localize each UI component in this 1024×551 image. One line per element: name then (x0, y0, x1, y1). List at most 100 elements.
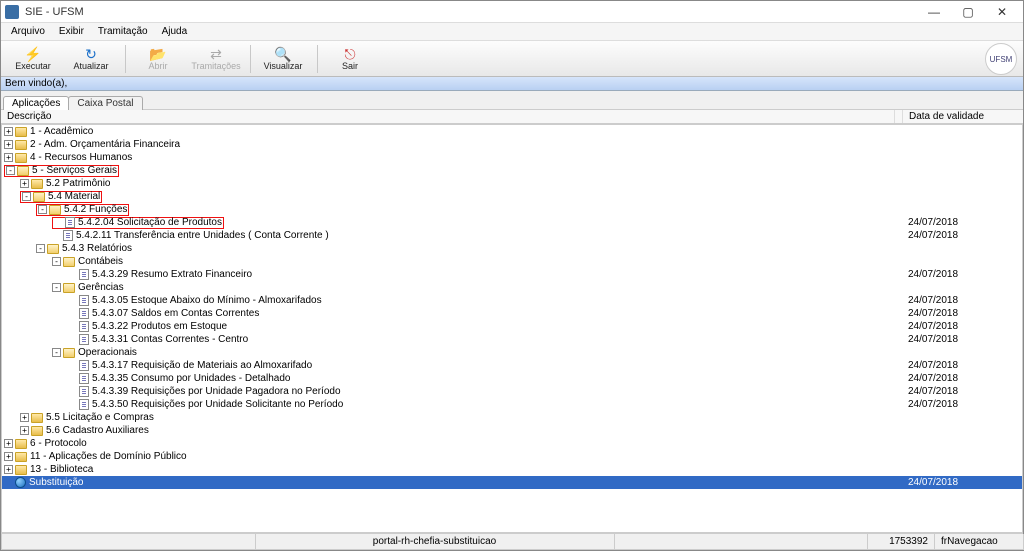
menu-tramitacao[interactable]: Tramitação (92, 25, 154, 38)
minimize-button[interactable]: — (917, 3, 951, 21)
collapse-icon[interactable]: - (36, 244, 45, 253)
maximize-button[interactable]: ▢ (951, 3, 985, 21)
status-code: 1753392 (867, 534, 935, 550)
folder-open-icon (63, 283, 75, 293)
tree-node-gerenciais[interactable]: -Gerências (2, 281, 1022, 294)
tree-node-req-solicitante[interactable]: 5.4.3.50 Requisições por Unidade Solicit… (2, 398, 1022, 411)
refresh-icon: ↻ (85, 47, 97, 61)
document-icon (79, 399, 89, 410)
document-icon (63, 230, 73, 241)
expand-icon[interactable]: + (4, 127, 13, 136)
folder-icon (31, 413, 43, 423)
collapse-icon[interactable]: - (38, 205, 47, 214)
tree-view[interactable]: +1 - Acadêmico +2 - Adm. Orçamentária Fi… (1, 124, 1023, 533)
menubar: Arquivo Exibir Tramitação Ajuda (1, 23, 1023, 41)
status-spacer (614, 534, 869, 550)
document-icon (79, 373, 89, 384)
welcome-bar: Bem vindo(a), (1, 77, 1023, 91)
tree-node-adm-orcamentaria[interactable]: +2 - Adm. Orçamentária Financeira (2, 138, 1022, 151)
executar-label: Executar (15, 61, 51, 71)
open-icon: 📂 (149, 47, 166, 61)
list-header: Descrição Data de validade (1, 109, 1023, 124)
sair-button[interactable]: ⎋ Sair (322, 43, 378, 75)
expand-icon[interactable]: + (4, 452, 13, 461)
sair-label: Sair (342, 61, 358, 71)
tree-node-material[interactable]: -5.4 Material (2, 190, 1022, 203)
document-icon (79, 386, 89, 397)
folder-icon (15, 465, 27, 475)
toolbar: ⚡ Executar ↻ Atualizar 📂 Abrir ⇄ Tramita… (1, 41, 1023, 77)
folder-icon (15, 140, 27, 150)
tree-node-requisicao-materiais[interactable]: 5.4.3.17 Requisição de Materiais ao Almo… (2, 359, 1022, 372)
toolbar-separator (317, 45, 318, 73)
tramitacoes-button: ⇄ Tramitações (188, 43, 244, 75)
menu-ajuda[interactable]: Ajuda (156, 25, 194, 38)
view-icon: 🔍 (274, 47, 291, 61)
document-icon (79, 295, 89, 306)
tree-node-consumo-unidades[interactable]: 5.4.3.35 Consumo por Unidades - Detalhad… (2, 372, 1022, 385)
tabs: Aplicações Caixa Postal (1, 91, 1023, 109)
tree-node-substituicao[interactable]: Substituição24/07/2018 (2, 476, 1022, 489)
col-data-validade[interactable]: Data de validade (903, 110, 1023, 123)
collapse-icon[interactable]: - (52, 257, 61, 266)
folder-icon (15, 153, 27, 163)
tree-node-cadastro-aux[interactable]: +5.6 Cadastro Auxiliares (2, 424, 1022, 437)
tree-node-resumo-extrato[interactable]: 5.4.3.29 Resumo Extrato Financeiro24/07/… (2, 268, 1022, 281)
tree-node-produtos-estoque[interactable]: 5.4.3.22 Produtos em Estoque24/07/2018 (2, 320, 1022, 333)
expand-icon[interactable]: + (20, 426, 29, 435)
document-icon (65, 217, 75, 228)
document-icon (79, 308, 89, 319)
tree-node-contas-centro[interactable]: 5.4.3.31 Contas Correntes - Centro24/07/… (2, 333, 1022, 346)
tree-node-saldos-contas[interactable]: 5.4.3.07 Saldos em Contas Correntes24/07… (2, 307, 1022, 320)
col-resize-handle[interactable] (895, 110, 903, 123)
folder-open-icon (49, 205, 61, 215)
tree-node-rh[interactable]: +4 - Recursos Humanos (2, 151, 1022, 164)
atualizar-button[interactable]: ↻ Atualizar (63, 43, 119, 75)
tree-node-servicos-gerais[interactable]: -5 - Serviços Gerais (2, 164, 1022, 177)
tree-node-estoque-minimo[interactable]: 5.4.3.05 Estoque Abaixo do Mínimo - Almo… (2, 294, 1022, 307)
tree-node-relatorios[interactable]: -5.4.3 Relatórios (2, 242, 1022, 255)
collapse-icon[interactable]: - (6, 166, 15, 175)
status-form: frNavegacao (934, 534, 1024, 550)
visualizar-label: Visualizar (264, 61, 303, 71)
globe-icon (15, 477, 26, 488)
tree-node-patrimonio[interactable]: +5.2 Patrimônio (2, 177, 1022, 190)
status-center: portal-rh-chefia-substituicao (255, 534, 615, 550)
collapse-icon[interactable]: - (52, 283, 61, 292)
folder-open-icon (63, 257, 75, 267)
tree-node-solicitacao-produtos[interactable]: 5.4.2.04 Solicitação de Produtos24/07/20… (2, 216, 1022, 229)
expand-icon[interactable]: + (20, 413, 29, 422)
menu-arquivo[interactable]: Arquivo (5, 25, 51, 38)
expand-icon[interactable]: + (4, 439, 13, 448)
executar-button[interactable]: ⚡ Executar (5, 43, 61, 75)
visualizar-button[interactable]: 🔍 Visualizar (255, 43, 311, 75)
folder-icon (15, 452, 27, 462)
atualizar-label: Atualizar (73, 61, 108, 71)
tree-node-biblioteca[interactable]: +13 - Biblioteca (2, 463, 1022, 476)
col-descricao[interactable]: Descrição (1, 110, 895, 123)
menu-exibir[interactable]: Exibir (53, 25, 90, 38)
tab-caixa-postal[interactable]: Caixa Postal (68, 96, 142, 110)
tree-node-funcoes[interactable]: -5.4.2 Funções (2, 203, 1022, 216)
collapse-icon[interactable]: - (52, 348, 61, 357)
tree-node-academico[interactable]: +1 - Acadêmico (2, 125, 1022, 138)
tree-node-contabeis[interactable]: -Contábeis (2, 255, 1022, 268)
tab-aplicacoes[interactable]: Aplicações (3, 96, 69, 110)
toolbar-separator (125, 45, 126, 73)
close-button[interactable]: ✕ (985, 3, 1019, 21)
collapse-icon[interactable]: - (22, 192, 31, 201)
expand-icon[interactable]: + (20, 179, 29, 188)
tree-node-dominio-publico[interactable]: +11 - Aplicações de Domínio Público (2, 450, 1022, 463)
expand-icon[interactable]: + (4, 153, 13, 162)
tree-node-req-pagadora[interactable]: 5.4.3.39 Requisições por Unidade Pagador… (2, 385, 1022, 398)
expand-icon[interactable]: + (4, 465, 13, 474)
tree-node-protocolo[interactable]: +6 - Protocolo (2, 437, 1022, 450)
document-icon (79, 334, 89, 345)
tree-node-transferencia-unidades[interactable]: 5.4.2.11 Transferência entre Unidades ( … (2, 229, 1022, 242)
tree-node-operacionais[interactable]: -Operacionais (2, 346, 1022, 359)
tree-node-licitacao[interactable]: +5.5 Licitação e Compras (2, 411, 1022, 424)
app-window: SIE - UFSM — ▢ ✕ Arquivo Exibir Tramitaç… (0, 0, 1024, 551)
expand-icon[interactable]: + (4, 140, 13, 149)
folder-icon (31, 426, 43, 436)
statusbar: portal-rh-chefia-substituicao 1753392 fr… (1, 533, 1023, 550)
